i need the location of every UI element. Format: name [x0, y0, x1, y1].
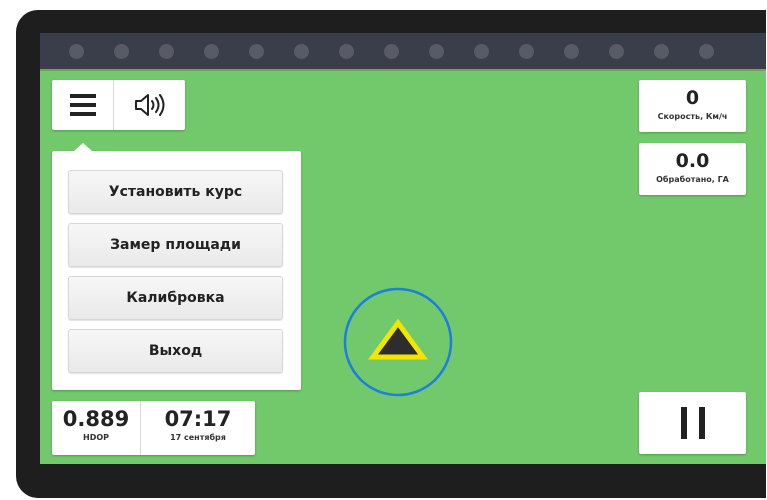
led-indicator [699, 44, 714, 59]
led-indicator [159, 44, 174, 59]
led-indicator [654, 44, 669, 59]
menu-item-calibration[interactable]: Калибровка [68, 276, 283, 320]
speed-value: 0 [685, 87, 700, 109]
hamburger-icon [69, 89, 96, 121]
hdop-cell: 0.889 HDOP [52, 401, 141, 455]
position-marker-icon [368, 318, 428, 360]
menu-item-exit[interactable]: Выход [68, 329, 283, 373]
led-indicator [339, 44, 354, 59]
led-indicator [114, 44, 129, 59]
led-indicator [429, 44, 444, 59]
sound-button[interactable] [114, 80, 185, 130]
hdop-label: HDOP [83, 433, 109, 442]
led-indicator [294, 44, 309, 59]
area-label: Обработано, ГА [656, 175, 729, 184]
top-left-toolbar [52, 80, 185, 130]
area-readout: 0.0 Обработано, ГА [639, 143, 746, 195]
led-indicator [204, 44, 219, 59]
area-value: 0.0 [675, 150, 710, 172]
pause-button[interactable] [639, 392, 746, 454]
menu-item-area-measure[interactable]: Замер площади [68, 223, 283, 267]
led-indicator [69, 44, 84, 59]
position-marker [343, 287, 453, 397]
led-indicator [474, 44, 489, 59]
datetime-cell: 07:17 17 сентября [141, 401, 255, 455]
speed-label: Скорость, Км/ч [657, 112, 728, 121]
clock-date: 17 сентября [170, 433, 226, 442]
menu-pointer [74, 143, 92, 151]
menu-item-set-course[interactable]: Установить курс [68, 170, 283, 214]
led-indicator [249, 44, 264, 59]
led-indicator [384, 44, 399, 59]
hdop-value: 0.889 [62, 407, 130, 431]
menu-button[interactable] [52, 80, 114, 130]
map-view[interactable]: Установить курс Замер площади Калибровка… [40, 71, 766, 464]
led-indicator-bar [40, 33, 766, 71]
led-indicator [519, 44, 534, 59]
led-indicator [609, 44, 624, 59]
pause-icon [680, 407, 705, 439]
speaker-icon [134, 94, 164, 116]
dropdown-menu: Установить курс Замер площади Калибровка… [52, 143, 301, 390]
clock-time: 07:17 [164, 407, 232, 431]
led-indicator [564, 44, 579, 59]
gps-status-panel: 0.889 HDOP 07:17 17 сентября [52, 401, 255, 455]
speed-readout: 0 Скорость, Км/ч [639, 80, 746, 132]
